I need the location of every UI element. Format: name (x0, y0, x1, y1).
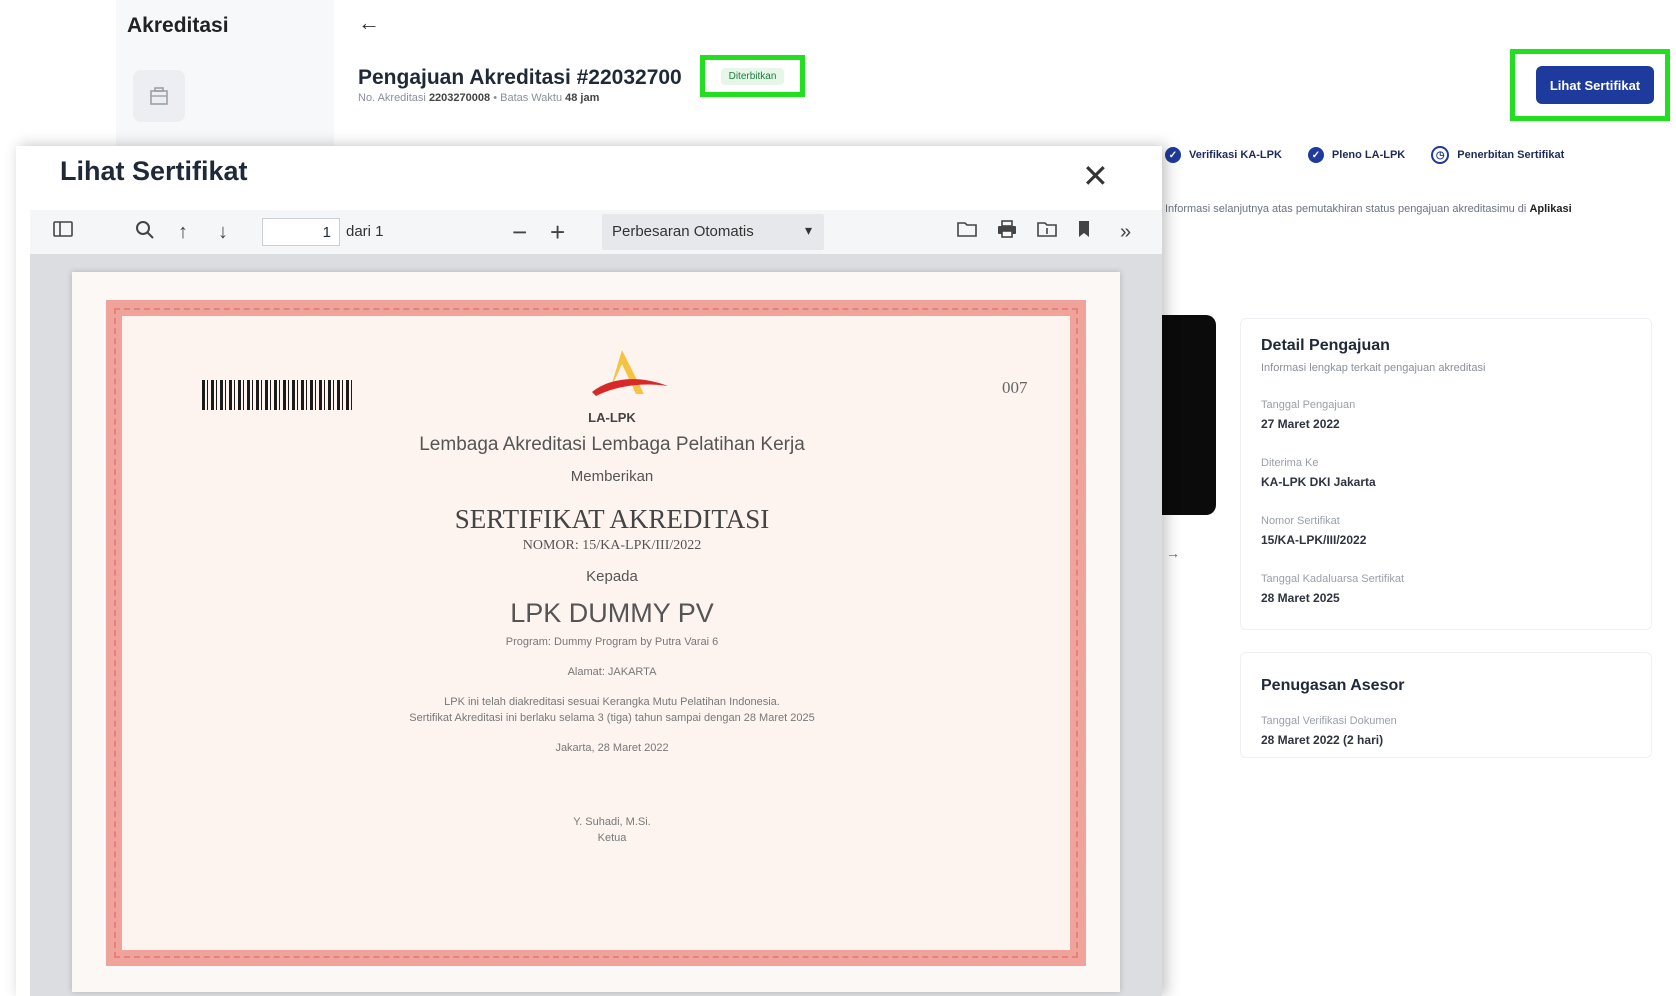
cert-body-1: LPK ini telah diakreditasi sesuai Kerang… (444, 696, 780, 708)
asesor-title: Penugasan Asesor (1261, 677, 1405, 694)
field-value: 15/KA-LPK/III/2022 (1261, 533, 1367, 547)
certificate: 007 LA-LPK Lembaga Akreditasi Lembaga Pe… (106, 300, 1086, 966)
step-penerbitan[interactable]: ◷ Penerbitan Sertifikat (1431, 146, 1564, 164)
field-label: Tanggal Kadaluarsa Sertifikat (1261, 573, 1405, 585)
sidebar-nav-item[interactable] (133, 70, 185, 122)
step-label: Penerbitan Sertifikat (1457, 149, 1565, 161)
subtitle-value: 2203270008 (428, 92, 491, 104)
certificate-serial: 007 (1002, 378, 1028, 397)
field-value: 28 Maret 2022 (2 hari) (1261, 733, 1384, 747)
step-label: Verifikasi KA-LPK (1189, 149, 1282, 161)
pdf-toolbar: ↑ ↓ 1 dari 1 − + Perbesaran Otomatis ▾ » (30, 210, 1162, 255)
page-count-label: dari 1 (346, 223, 384, 240)
status-badge: Diterbitkan (700, 55, 805, 97)
field-value: KA-LPK DKI Jakarta (1261, 475, 1376, 489)
sidebar-toggle-icon[interactable] (52, 219, 74, 245)
check-icon: ✓ (1165, 147, 1181, 163)
modal-title: Lihat Sertifikat (60, 156, 248, 186)
pdf-page: 007 LA-LPK Lembaga Akreditasi Lembaga Pe… (72, 272, 1120, 992)
plus-icon[interactable]: + (550, 219, 565, 245)
view-certificate-button[interactable]: Lihat Sertifikat (1536, 66, 1654, 104)
step-pleno[interactable]: ✓ Pleno LA-LPK (1307, 146, 1406, 164)
minus-icon[interactable]: − (512, 219, 527, 245)
cert-place-date: Jakarta, 28 Maret 2022 (555, 742, 669, 754)
certificate-modal: Lihat Sertifikat ✕ ↑ ↓ 1 dari 1 − + Perb… (16, 146, 1162, 996)
page-number-input[interactable]: 1 (262, 218, 340, 246)
subtitle-label: No. Akreditasi (358, 92, 426, 104)
progress-steps: ✓ Verifikasi KA-LPK ✓ Pleno LA-LPK ◷ Penerb… (1165, 146, 1564, 164)
detail-title: Detail Pengajuan (1261, 337, 1390, 354)
open-file-icon[interactable] (956, 219, 978, 245)
page-title: Pengajuan Akreditasi #22032700 (358, 66, 682, 89)
subtitle-value-2: 48 jam (565, 92, 600, 104)
barcode (202, 380, 352, 410)
field-label: Tanggal Verifikasi Dokumen (1261, 715, 1397, 727)
field-label: Diterima Ke (1261, 457, 1319, 469)
print-icon[interactable] (996, 219, 1018, 245)
cert-number: NOMOR: 15/KA-LPK/III/2022 (522, 538, 702, 553)
double-chevron-right-icon[interactable]: » (1120, 219, 1131, 245)
building-icon (150, 87, 168, 105)
info-link[interactable]: Aplikasi (1529, 203, 1571, 215)
info-line: Informasi selanjutnya atas pemutakhiran … (1165, 203, 1572, 215)
cert-address: Alamat: JAKARTA (567, 666, 657, 678)
detail-subtitle: Informasi lengkap terkait pengajuan akre… (1261, 362, 1486, 374)
search-icon[interactable] (134, 219, 156, 245)
folder-icon[interactable] (1036, 219, 1058, 245)
arrow-up-icon[interactable]: ↑ (178, 219, 188, 245)
cert-recipient: LPK DUMMY PV (510, 598, 714, 628)
arrow-left-icon[interactable]: ← (358, 10, 380, 36)
arrow-down-icon[interactable]: ↓ (218, 219, 228, 245)
field-label: Nomor Sertifikat (1261, 515, 1340, 527)
bookmark-icon[interactable] (1076, 219, 1092, 245)
cert-body-2: Sertifikat Akreditasi ini berlaku selama… (409, 712, 815, 724)
asesor-card: Penugasan Asesor Tanggal Verifikasi Doku… (1240, 652, 1652, 758)
detail-card: Detail Pengajuan Informasi lengkap terka… (1240, 318, 1652, 630)
zoom-label: Perbesaran Otomatis (612, 223, 754, 240)
status-badge-label: Diterbitkan (720, 67, 785, 85)
field-value: 28 Maret 2025 (1261, 591, 1340, 605)
cert-gives: Memberikan (570, 468, 654, 485)
logo-text: LA-LPK (588, 410, 636, 425)
cert-signer-role: Ketua (597, 832, 627, 844)
check-icon: ✓ (1307, 147, 1324, 163)
cert-kepada: Kepada (586, 568, 638, 585)
cert-org: Lembaga Akreditasi Lembaga Pelatihan Ker… (419, 434, 805, 455)
step-label: Pleno LA-LPK (1331, 149, 1406, 161)
arrow-right-icon: → (1166, 545, 1180, 561)
cert-program: Program: Dummy Program by Putra Varai 6 (505, 636, 719, 648)
clock-icon: ◷ (1431, 146, 1450, 164)
la-lpk-logo (592, 350, 668, 396)
info-text: Informasi selanjutnya atas pemutakhiran … (1165, 203, 1527, 215)
sidebar-title: Akreditasi (127, 14, 229, 37)
field-label: Tanggal Pengajuan (1261, 399, 1356, 411)
chevron-down-icon: ▾ (804, 222, 812, 238)
zoom-select[interactable]: Perbesaran Otomatis ▾ (602, 214, 824, 250)
cert-heading: SERTIFIKAT AKREDITASI (454, 504, 770, 534)
field-value: 27 Maret 2022 (1261, 417, 1340, 431)
step-verifikasi[interactable]: ✓ Verifikasi KA-LPK (1165, 146, 1282, 164)
close-icon[interactable]: ✕ (1082, 160, 1109, 192)
cert-signer: Y. Suhadi, M.Si. (573, 816, 651, 828)
page-subtitle: No. Akreditasi 2203270008 • Batas Waktu … (358, 92, 599, 104)
subtitle-label-2: Batas Waktu (500, 92, 563, 104)
subtitle-separator: • (493, 92, 498, 104)
